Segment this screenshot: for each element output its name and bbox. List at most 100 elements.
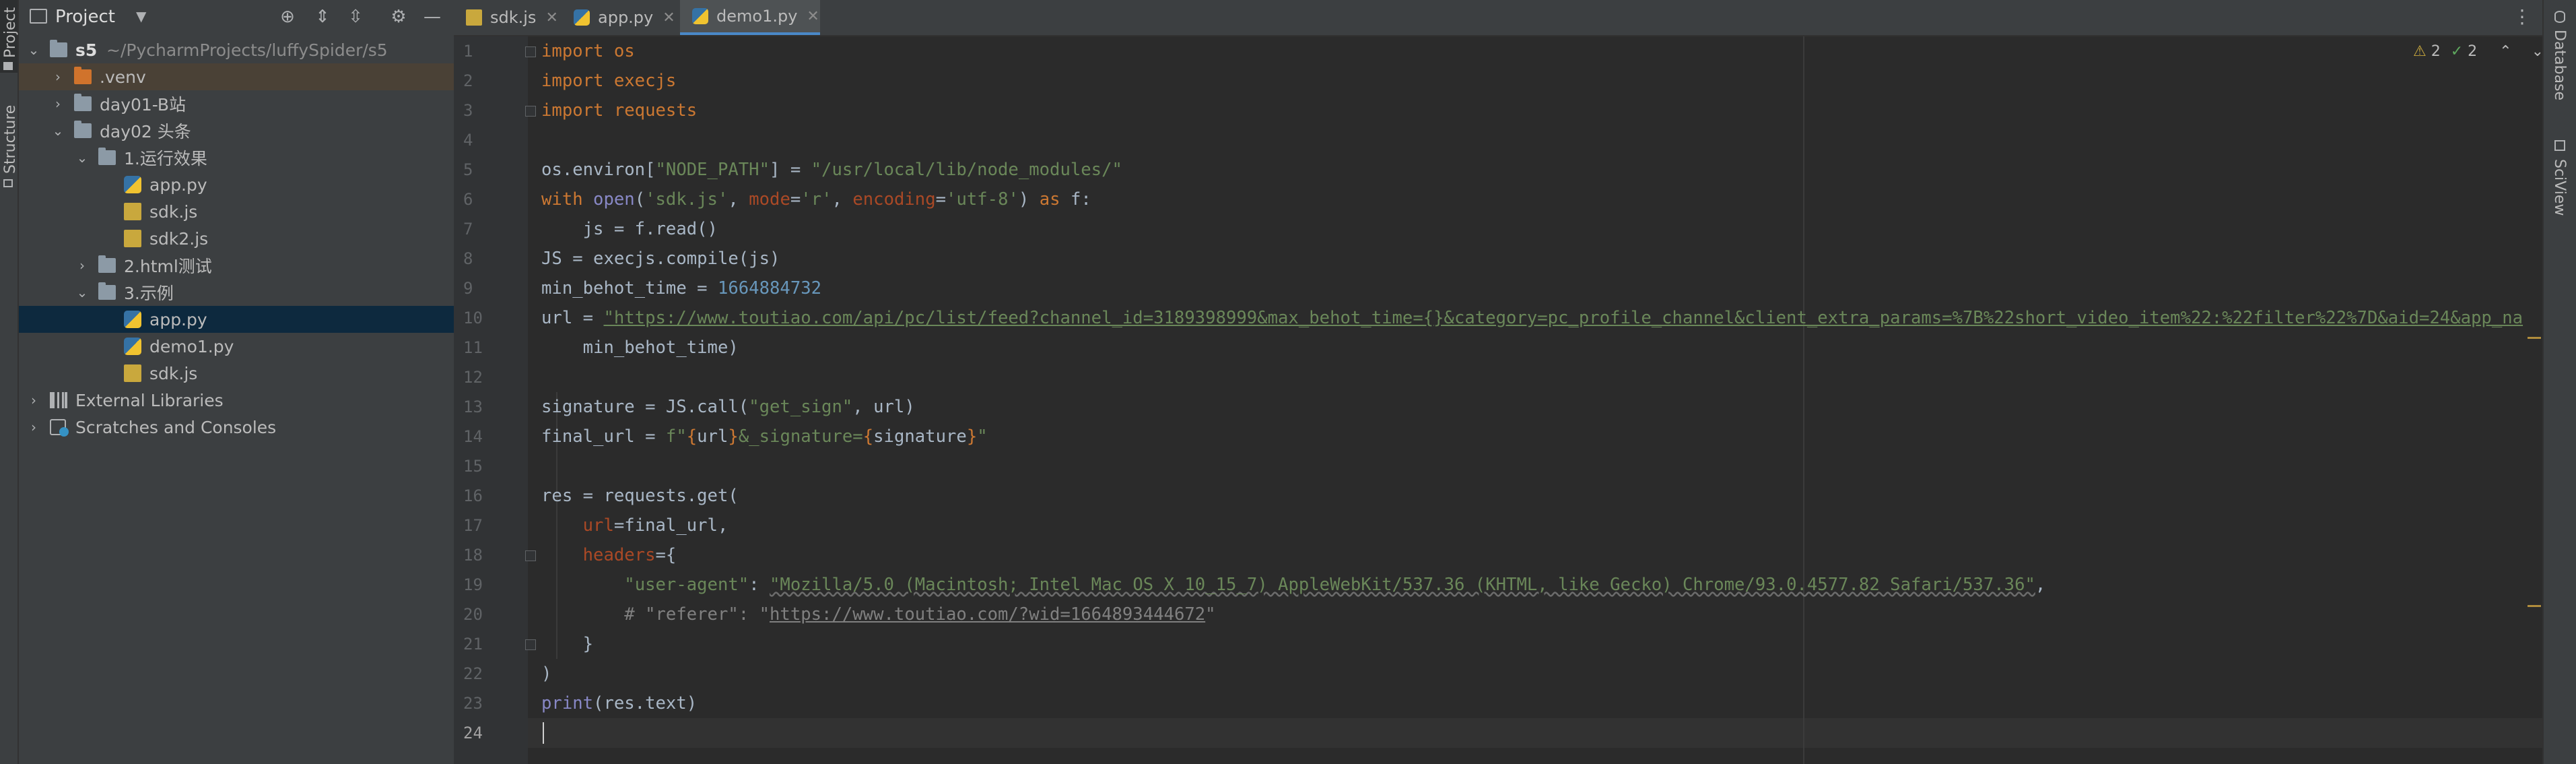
chevron-right-icon[interactable]: › <box>27 420 40 434</box>
python-file-icon <box>574 9 590 26</box>
tree-item-file[interactable]: app.py <box>19 171 454 198</box>
tree-item-day02[interactable]: ⌄ day02 头条 <box>19 117 454 144</box>
fold-marker-icon[interactable] <box>525 106 536 117</box>
code-line-9: min_behot_time = 1664884732 <box>541 278 822 298</box>
project-panel-title: Project <box>55 7 115 27</box>
project-panel-header: Project ▼ ⊕ ⇕ ⇳ ⚙ — <box>19 0 454 34</box>
code-line-20: # "referer": "https://www.toutiao.com/?w… <box>541 604 1216 625</box>
tree-item-label: Scratches and Consoles <box>75 417 277 437</box>
js-file-icon <box>124 364 141 382</box>
view-dropdown-icon[interactable]: ▼ <box>136 8 146 24</box>
tree-item-file[interactable]: demo1.py <box>19 333 454 360</box>
chevron-right-icon[interactable]: › <box>51 70 65 84</box>
chevron-down-icon[interactable]: ⌄ <box>51 124 65 137</box>
fold-marker-icon[interactable] <box>525 550 536 561</box>
library-icon <box>50 392 67 408</box>
close-icon[interactable]: ✕ <box>807 8 819 25</box>
tree-item-scratches[interactable]: › Scratches and Consoles <box>19 414 454 441</box>
close-icon[interactable]: ✕ <box>663 9 675 26</box>
expand-all-icon[interactable]: ⇕ <box>312 6 333 28</box>
line-number: 1 <box>463 42 473 61</box>
chevron-right-icon[interactable]: › <box>51 97 65 110</box>
tree-item-file-selected[interactable]: app.py <box>19 306 454 333</box>
line-number: 9 <box>463 279 473 298</box>
tree-item-label: 2.html测试 <box>124 257 212 276</box>
project-tool-tab[interactable]: Project <box>0 0 19 73</box>
sciview-tool-tab[interactable]: SciView <box>2544 128 2576 222</box>
code-line-11: min_behot_time) <box>541 338 739 358</box>
tab-label: app.py <box>598 8 654 27</box>
line-number: 13 <box>463 397 483 416</box>
database-tool-tab[interactable]: Database <box>2544 0 2576 115</box>
tree-item-run-result[interactable]: ⌄ 1.运行效果 <box>19 144 454 171</box>
tree-item-label: External Libraries <box>75 390 224 410</box>
tree-item-label: 3.示例 <box>124 284 174 303</box>
code-editor[interactable]: import os import execjs import requests … <box>541 36 2541 764</box>
tree-item-html-test[interactable]: › 2.html测试 <box>19 252 454 279</box>
structure-tool-tab[interactable]: Structure <box>0 101 19 195</box>
locate-icon[interactable]: ⊕ <box>277 6 298 28</box>
tab-demo1-py[interactable]: demo1.py ✕ <box>680 0 820 35</box>
code-line-3: import requests <box>541 100 698 121</box>
tab-label: demo1.py <box>716 7 798 26</box>
tree-item-file[interactable]: sdk2.js <box>19 225 454 252</box>
tab-sdk-js[interactable]: sdk.js ✕ <box>454 0 560 35</box>
code-line-23: print(res.text) <box>541 693 698 713</box>
fold-marker-icon[interactable] <box>525 46 536 57</box>
structure-tool-label: Structure <box>2 104 19 174</box>
chevron-down-icon[interactable]: ⌄ <box>75 151 89 164</box>
close-icon[interactable]: ✕ <box>545 9 557 26</box>
tree-item-file[interactable]: sdk.js <box>19 360 454 387</box>
more-tabs-icon[interactable]: ⋮ <box>2513 5 2532 28</box>
line-number: 22 <box>463 664 483 683</box>
tree-item-example[interactable]: ⌄ 3.示例 <box>19 279 454 306</box>
python-file-icon <box>124 311 141 328</box>
tab-app-py[interactable]: app.py ✕ <box>563 0 677 35</box>
python-file-icon <box>692 8 708 24</box>
tree-item-venv[interactable]: › .venv <box>19 63 454 90</box>
tree-item-label: app.py <box>149 309 207 329</box>
fold-marker-icon[interactable] <box>525 639 536 650</box>
chevron-right-icon[interactable]: › <box>75 259 89 272</box>
python-file-icon <box>124 176 141 193</box>
line-number: 8 <box>463 249 473 268</box>
hide-panel-icon[interactable]: — <box>421 6 443 28</box>
line-number: 17 <box>463 516 483 535</box>
project-view-icon <box>30 9 47 24</box>
database-icon <box>2554 11 2565 23</box>
collapse-all-icon[interactable]: ⇳ <box>345 6 366 28</box>
line-number: 12 <box>463 368 483 387</box>
tree-item-file[interactable]: sdk.js <box>19 198 454 225</box>
tree-item-path: ~/PycharmProjects/luffySpider/s5 <box>106 40 388 60</box>
clock-badge-icon <box>59 427 69 437</box>
tree-item-label: day02 头条 <box>100 122 191 141</box>
line-number: 21 <box>463 635 483 654</box>
line-number: 23 <box>463 694 483 713</box>
structure-icon <box>3 179 13 187</box>
chevron-down-icon[interactable]: ⌄ <box>75 286 89 299</box>
tree-item-label: demo1.py <box>149 336 234 356</box>
tree-item-label: day01-B站 <box>100 95 187 115</box>
database-tool-label: Database <box>2551 30 2568 100</box>
chevron-down-icon[interactable]: ⌄ <box>27 43 40 57</box>
code-line-14: final_url = f"{url}&_signature={signatur… <box>541 426 988 447</box>
scroll-marker-warning[interactable] <box>2528 605 2541 607</box>
code-line-6: with open('sdk.js', mode='r', encoding='… <box>541 189 1091 210</box>
sciview-icon <box>2554 140 2565 151</box>
line-number: 2 <box>463 71 473 90</box>
tree-item-label: s5 <box>75 40 98 60</box>
gear-icon[interactable]: ⚙ <box>388 6 409 28</box>
scroll-marker-warning[interactable] <box>2528 337 2541 339</box>
tree-item-label: sdk.js <box>149 363 198 383</box>
tree-item-root[interactable]: ⌄ s5 ~/PycharmProjects/luffySpider/s5 <box>19 36 454 63</box>
folder-icon <box>3 62 13 70</box>
chevron-right-icon[interactable]: › <box>27 393 40 407</box>
tree-item-external-libraries[interactable]: › External Libraries <box>19 387 454 414</box>
code-line-8: JS = execjs.compile(js) <box>541 249 780 269</box>
tree-item-day01[interactable]: › day01-B站 <box>19 90 454 117</box>
code-line-22: ) <box>541 664 552 684</box>
tree-item-label: .venv <box>100 67 146 87</box>
tree-item-label: sdk.js <box>149 201 198 222</box>
tree-item-label: app.py <box>149 174 207 195</box>
code-line-17: url=final_url, <box>582 515 728 536</box>
